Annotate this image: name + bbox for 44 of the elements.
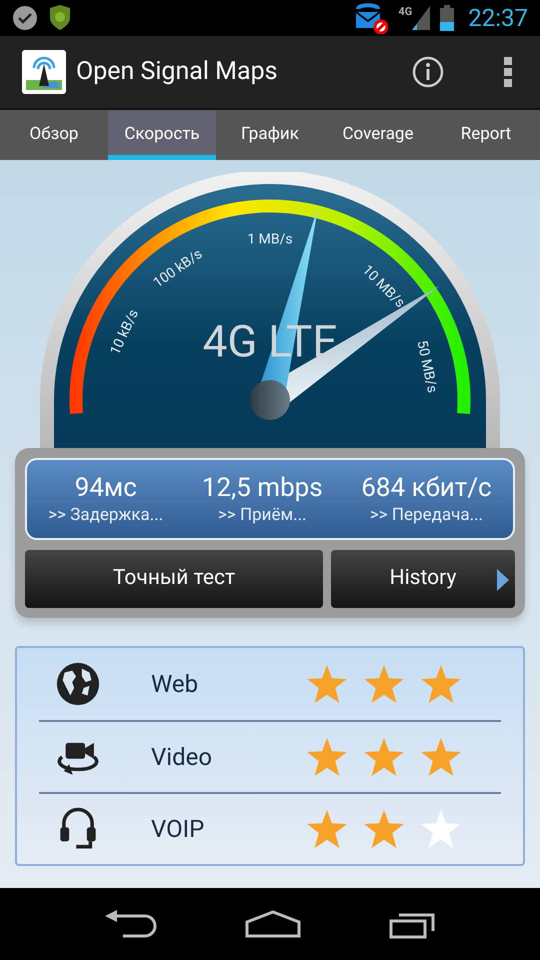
- needle-hub: [250, 380, 290, 420]
- rating-label: VOIP: [151, 814, 206, 845]
- rating-label: Web: [151, 669, 200, 700]
- tab[interactable]: График: [216, 110, 324, 160]
- shield-icon: [48, 5, 72, 31]
- star-icon: [364, 810, 404, 848]
- star-icon: [307, 810, 347, 848]
- star-icon: [364, 665, 404, 703]
- result-link[interactable]: >> Передача...: [370, 504, 484, 526]
- scale-label: 50 MB/s: [413, 339, 440, 394]
- result-value: 12,5 mbps: [202, 472, 323, 505]
- star-icon: [421, 738, 461, 776]
- play-arrow-icon: [497, 569, 509, 591]
- star-icon: [364, 738, 404, 776]
- tab[interactable]: Coverage: [324, 110, 432, 160]
- menu-icon: [504, 57, 512, 87]
- home-icon: [244, 910, 302, 938]
- check-icon: [12, 5, 38, 31]
- globe-icon: [55, 661, 101, 707]
- star-icon: [421, 665, 461, 703]
- result-value: 94мс: [74, 472, 137, 505]
- result-link[interactable]: >> Задержка...: [48, 504, 164, 526]
- result-link[interactable]: >> Приём...: [218, 504, 307, 526]
- tab[interactable]: Обзор: [0, 110, 108, 160]
- tab[interactable]: Report: [432, 110, 540, 160]
- signal-icon: [412, 6, 430, 30]
- tab[interactable]: Скорость: [108, 110, 216, 160]
- star-icon: [307, 738, 347, 776]
- info-icon: [412, 56, 444, 88]
- star-icon: [307, 665, 347, 703]
- clock: 22:37: [468, 3, 528, 34]
- battery-icon: [440, 5, 454, 31]
- result-value: 684 кбит/с: [361, 472, 492, 505]
- scale-label: 100 kB/s: [150, 246, 206, 292]
- rating-label: Video: [151, 742, 214, 773]
- scale-label: 10 kB/s: [107, 307, 142, 358]
- app-title: Open Signal Maps: [76, 56, 279, 88]
- back-icon: [103, 910, 158, 938]
- precise-test-button[interactable]: Точный тест: [25, 550, 323, 608]
- history-button[interactable]: History: [331, 550, 515, 608]
- network-type: 4G: [398, 6, 412, 17]
- star-icon: [421, 810, 461, 848]
- scale-label: 1 MB/s: [247, 232, 293, 248]
- app-logo-icon: [22, 50, 66, 94]
